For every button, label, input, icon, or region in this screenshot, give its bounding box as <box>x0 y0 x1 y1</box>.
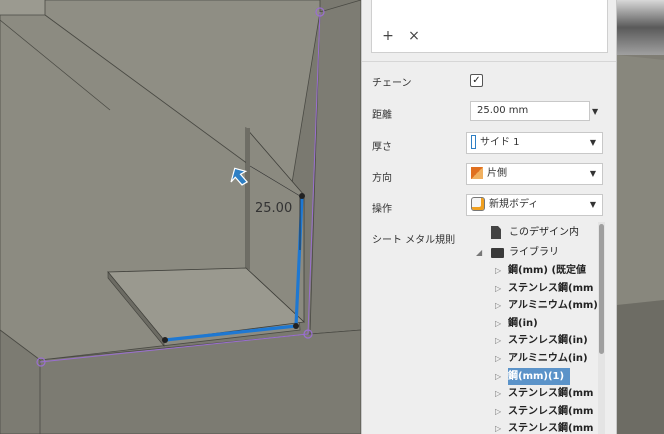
thickness-dropdown[interactable]: サイド 1 ▼ <box>466 132 603 154</box>
chevron-down-icon: ▼ <box>589 169 596 178</box>
tree-item-this-design-label: このデザイン内 <box>509 227 579 238</box>
chain-checkbox[interactable]: ✓ <box>470 74 483 87</box>
tree-item-this-design[interactable]: このデザイン内 <box>491 224 579 241</box>
collapse-triangle-icon[interactable]: ▷ <box>495 262 501 279</box>
operation-dropdown[interactable]: 新規ボディ ▼ <box>466 194 603 216</box>
distance-dropdown-icon[interactable]: ▼ <box>592 105 598 119</box>
tree-item-rule[interactable]: ステンレス鋼(in) <box>508 332 588 349</box>
direction-value: 片側 <box>487 168 507 179</box>
folder-icon <box>491 248 504 258</box>
operation-value: 新規ボディ <box>489 199 539 210</box>
background-render-strip <box>617 0 664 434</box>
thickness-label: 厚さ <box>372 142 392 153</box>
model-face-back <box>0 0 45 15</box>
tree-item-library-label: ライブラリ <box>509 247 559 258</box>
new-body-icon <box>471 197 485 211</box>
tree-item-rule[interactable]: ステンレス鋼(mm <box>508 385 593 402</box>
distance-input[interactable]: 25.00 mm <box>470 101 590 121</box>
collapse-triangle-icon[interactable]: ▷ <box>495 315 501 332</box>
direction-dropdown[interactable]: 片側 ▼ <box>466 163 603 185</box>
tree-item-rule[interactable]: アルミニウム(mm) <box>508 297 598 314</box>
flange-dialog-panel: + × チェーン ✓ 距離 25.00 mm ▼ 厚さ サイド 1 ▼ 方向 片… <box>361 0 617 434</box>
tree-item-rule[interactable]: 鋼(mm) (既定値 <box>508 262 586 279</box>
collapse-triangle-icon[interactable]: ▷ <box>495 403 501 420</box>
tree-item-library[interactable]: ライブラリ <box>491 244 559 261</box>
model-face-right-top <box>309 0 362 335</box>
tree-item-rule[interactable]: アルミニウム(in) <box>508 350 588 367</box>
one-side-direction-icon <box>471 167 483 179</box>
dimension-label[interactable]: 25.00 <box>255 201 292 216</box>
add-selection-button[interactable]: + <box>380 28 396 44</box>
expand-triangle-icon[interactable]: ◢ <box>476 244 482 261</box>
scrollbar-thumb[interactable] <box>599 224 604 354</box>
thickness-value: サイド 1 <box>480 137 520 148</box>
tree-item-rule[interactable]: ステンレス鋼(mm <box>508 403 593 420</box>
document-icon <box>491 226 501 239</box>
collapse-triangle-icon[interactable]: ▷ <box>495 385 501 402</box>
chevron-down-icon: ▼ <box>589 200 596 209</box>
tree-item-rule[interactable]: 鋼(in) <box>508 315 538 332</box>
collapse-triangle-icon[interactable]: ▷ <box>495 368 501 385</box>
distance-label: 距離 <box>372 110 392 121</box>
direction-label: 方向 <box>372 173 392 184</box>
edge-endpoint-left <box>162 337 168 343</box>
chevron-down-icon: ▼ <box>589 138 596 147</box>
tree-item-rule[interactable]: 鋼(mm)(1) <box>508 367 571 385</box>
edge-selection-box[interactable]: + × <box>371 0 608 53</box>
side-thickness-icon <box>471 135 476 149</box>
collapse-triangle-icon[interactable]: ▷ <box>495 332 501 349</box>
sheet-metal-rules-label: シート メタル規則 <box>372 235 456 246</box>
flange-edge <box>246 128 250 270</box>
operation-label: 操作 <box>372 204 392 215</box>
collapse-triangle-icon[interactable]: ▷ <box>495 420 501 434</box>
collapse-triangle-icon[interactable]: ▷ <box>495 280 501 297</box>
collapse-triangle-icon[interactable]: ▷ <box>495 297 501 314</box>
tree-item-rule[interactable]: ステンレス鋼(mm <box>508 420 593 434</box>
chain-label: チェーン <box>372 78 412 89</box>
remove-selection-button[interactable]: × <box>406 28 422 44</box>
tree-scrollbar[interactable] <box>598 222 605 434</box>
tree-item-rule[interactable]: ステンレス鋼(mm <box>508 280 593 297</box>
edge-endpoint-corner <box>293 323 299 329</box>
divider <box>362 61 616 62</box>
collapse-triangle-icon[interactable]: ▷ <box>495 350 501 367</box>
